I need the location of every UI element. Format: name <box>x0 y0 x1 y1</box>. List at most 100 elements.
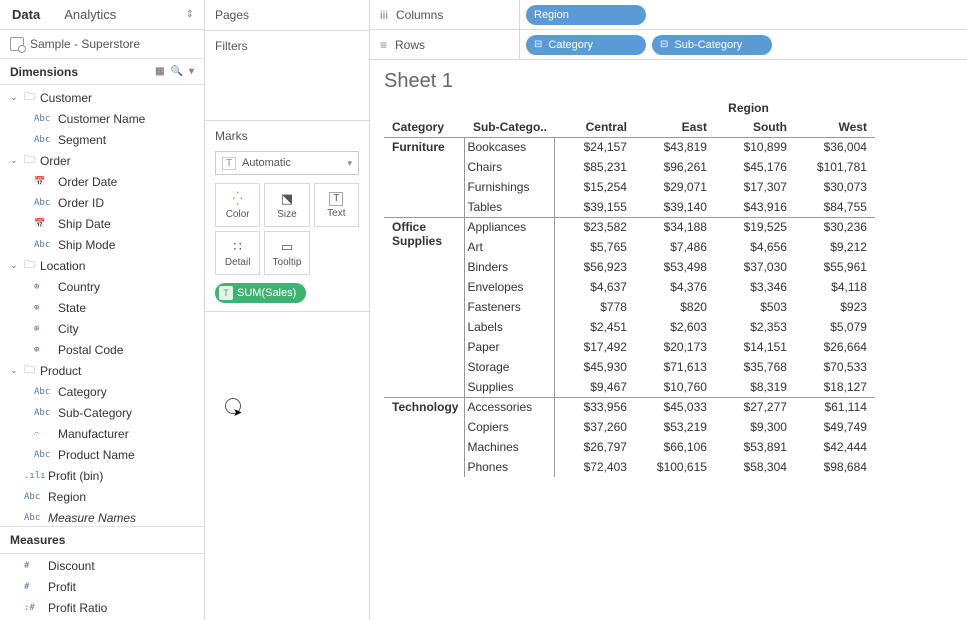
value-cell[interactable]: $27,277 <box>715 397 795 417</box>
subcategory-cell[interactable]: Envelopes <box>465 277 555 297</box>
pages-shelf[interactable]: Pages <box>205 0 369 31</box>
value-cell[interactable]: $4,637 <box>555 277 635 297</box>
subcategory-cell[interactable]: Binders <box>465 257 555 277</box>
tab-analytics[interactable]: Analytics <box>52 0 204 30</box>
category-cell[interactable]: Furniture <box>384 137 465 217</box>
value-cell[interactable]: $3,346 <box>715 277 795 297</box>
value-cell[interactable]: $49,749 <box>795 417 875 437</box>
col-header[interactable]: Sub-Catego.. <box>465 117 555 137</box>
color-button[interactable]: ⁛Color <box>215 183 260 227</box>
subcategory-cell[interactable]: Accessories <box>465 397 555 417</box>
value-cell[interactable]: $100,615 <box>635 457 715 477</box>
value-cell[interactable]: $4,118 <box>795 277 875 297</box>
subcategory-cell[interactable]: Supplies <box>465 377 555 397</box>
text-button[interactable]: TText <box>314 183 359 227</box>
menu-icon[interactable]: ▾ <box>189 66 194 77</box>
field-city[interactable]: ⊕City <box>0 318 204 339</box>
field-profit[interactable]: #Profit <box>0 577 204 598</box>
pill-region[interactable]: Region <box>526 5 646 25</box>
value-cell[interactable]: $36,004 <box>795 137 875 157</box>
folder-product[interactable]: ⌄🗀Product <box>0 360 204 381</box>
columns-shelf[interactable]: iii Columns Region <box>370 0 967 30</box>
value-cell[interactable]: $71,613 <box>635 357 715 377</box>
value-cell[interactable]: $45,176 <box>715 157 795 177</box>
value-cell[interactable]: $101,781 <box>795 157 875 177</box>
view-toggle-icon[interactable]: ▦ <box>155 66 164 77</box>
value-cell[interactable]: $17,307 <box>715 177 795 197</box>
value-cell[interactable]: $20,173 <box>635 337 715 357</box>
value-cell[interactable]: $820 <box>635 297 715 317</box>
col-header[interactable]: Central <box>555 117 635 137</box>
value-cell[interactable]: $39,140 <box>635 197 715 217</box>
field-postal-code[interactable]: ⊕Postal Code <box>0 339 204 360</box>
subcategory-cell[interactable]: Copiers <box>465 417 555 437</box>
value-cell[interactable]: $10,899 <box>715 137 795 157</box>
field-ship-date[interactable]: 📅Ship Date <box>0 213 204 234</box>
subcategory-cell[interactable]: Appliances <box>465 217 555 237</box>
tab-data[interactable]: Data <box>0 0 52 30</box>
value-cell[interactable]: $37,030 <box>715 257 795 277</box>
field-segment[interactable]: AbcSegment <box>0 129 204 150</box>
field-customer-name[interactable]: AbcCustomer Name <box>0 108 204 129</box>
subcategory-cell[interactable]: Art <box>465 237 555 257</box>
value-cell[interactable]: $30,236 <box>795 217 875 237</box>
value-cell[interactable]: $66,106 <box>635 437 715 457</box>
value-cell[interactable]: $53,498 <box>635 257 715 277</box>
value-cell[interactable]: $778 <box>555 297 635 317</box>
value-cell[interactable]: $18,127 <box>795 377 875 397</box>
datasource-row[interactable]: Sample - Superstore <box>0 30 204 58</box>
value-cell[interactable]: $43,916 <box>715 197 795 217</box>
col-header[interactable]: South <box>715 117 795 137</box>
value-cell[interactable]: $85,231 <box>555 157 635 177</box>
field-profit-ratio[interactable]: :#Profit Ratio <box>0 598 204 619</box>
field-sub-category[interactable]: AbcSub-Category <box>0 402 204 423</box>
value-cell[interactable]: $14,151 <box>715 337 795 357</box>
value-cell[interactable]: $84,755 <box>795 197 875 217</box>
subcategory-cell[interactable]: Tables <box>465 197 555 217</box>
field-category[interactable]: AbcCategory <box>0 381 204 402</box>
value-cell[interactable]: $5,079 <box>795 317 875 337</box>
value-cell[interactable]: $45,930 <box>555 357 635 377</box>
value-cell[interactable]: $42,444 <box>795 437 875 457</box>
subcategory-cell[interactable]: Paper <box>465 337 555 357</box>
tooltip-button[interactable]: ▭Tooltip <box>264 231 309 275</box>
value-cell[interactable]: $26,664 <box>795 337 875 357</box>
value-cell[interactable]: $9,212 <box>795 237 875 257</box>
field-country[interactable]: ⊕Country <box>0 276 204 297</box>
value-cell[interactable]: $39,155 <box>555 197 635 217</box>
value-cell[interactable]: $72,403 <box>555 457 635 477</box>
value-cell[interactable]: $7,486 <box>635 237 715 257</box>
field-profit-bin-[interactable]: .ılıProfit (bin) <box>0 465 204 486</box>
sheet-title[interactable]: Sheet 1 <box>384 70 953 93</box>
field-state[interactable]: ⊕State <box>0 297 204 318</box>
rows-shelf[interactable]: ≡ Rows ⊟Category⊟Sub-Category <box>370 30 967 60</box>
size-button[interactable]: ⬔Size <box>264 183 309 227</box>
value-cell[interactable]: $70,533 <box>795 357 875 377</box>
subcategory-cell[interactable]: Phones <box>465 457 555 477</box>
value-cell[interactable]: $96,261 <box>635 157 715 177</box>
value-cell[interactable]: $43,819 <box>635 137 715 157</box>
field-product-name[interactable]: AbcProduct Name <box>0 444 204 465</box>
value-cell[interactable]: $9,300 <box>715 417 795 437</box>
value-cell[interactable]: $37,260 <box>555 417 635 437</box>
field-discount[interactable]: #Discount <box>0 556 204 577</box>
field-ship-mode[interactable]: AbcShip Mode <box>0 234 204 255</box>
value-cell[interactable]: $53,891 <box>715 437 795 457</box>
category-cell[interactable]: OfficeSupplies <box>384 217 465 397</box>
value-cell[interactable]: $98,684 <box>795 457 875 477</box>
value-cell[interactable]: $2,603 <box>635 317 715 337</box>
search-icon[interactable]: 🔍 <box>171 66 183 77</box>
value-cell[interactable]: $45,033 <box>635 397 715 417</box>
folder-location[interactable]: ⌄🗀Location <box>0 255 204 276</box>
subcategory-cell[interactable]: Labels <box>465 317 555 337</box>
col-header[interactable]: East <box>635 117 715 137</box>
value-cell[interactable]: $2,353 <box>715 317 795 337</box>
value-cell[interactable]: $503 <box>715 297 795 317</box>
field-measure-names[interactable]: AbcMeasure Names <box>0 507 204 525</box>
value-cell[interactable]: $8,319 <box>715 377 795 397</box>
value-cell[interactable]: $5,765 <box>555 237 635 257</box>
value-cell[interactable]: $2,451 <box>555 317 635 337</box>
value-cell[interactable]: $56,923 <box>555 257 635 277</box>
subcategory-cell[interactable]: Machines <box>465 437 555 457</box>
marks-type-select[interactable]: T Automatic <box>215 151 359 175</box>
